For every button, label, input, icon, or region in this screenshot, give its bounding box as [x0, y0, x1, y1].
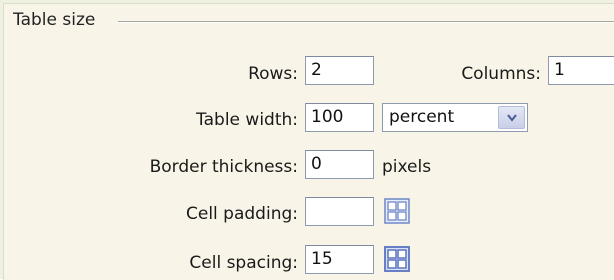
cell-spacing-input[interactable]: 15 — [305, 245, 374, 274]
border-unit-label: pixels — [382, 157, 432, 177]
cell-padding-label: Cell padding: — [186, 204, 298, 224]
columns-label: Columns: — [461, 64, 541, 84]
columns-input[interactable]: 1 — [548, 56, 614, 85]
table-size-panel — [3, 3, 614, 280]
select-dropdown-button[interactable] — [498, 106, 525, 129]
cell-padding-input[interactable] — [305, 197, 374, 226]
cell-grid-icon — [384, 246, 410, 272]
section-title: Table size — [13, 10, 100, 30]
rows-label: Rows: — [248, 64, 298, 84]
width-unit-select[interactable]: percent — [382, 103, 528, 132]
border-thickness-label: Border thickness: — [149, 157, 298, 177]
cell-grid-icon — [384, 198, 410, 224]
cell-spacing-label: Cell spacing: — [189, 253, 298, 273]
section-divider — [118, 21, 614, 23]
rows-input[interactable]: 2 — [305, 56, 374, 85]
chevron-down-icon — [507, 114, 517, 122]
width-unit-value: percent — [389, 107, 455, 127]
table-width-input[interactable]: 100 — [305, 103, 374, 132]
border-thickness-input[interactable]: 0 — [305, 150, 374, 179]
table-width-label: Table width: — [196, 110, 298, 130]
